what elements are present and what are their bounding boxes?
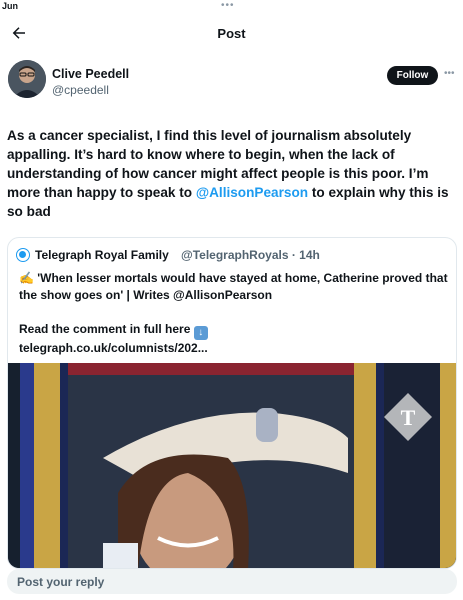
reply-input[interactable] [7,569,457,594]
reply-bar [7,569,457,594]
down-arrow-icon: ↓ [193,326,208,340]
quote-line-1: ✍️ 'When lesser mortals would have staye… [19,271,448,302]
nav-bar: Post [0,16,463,52]
status-dots: ••• [221,0,235,11]
author-row: Clive Peedell @cpeedell Follow ••• [0,58,463,108]
post-text: As a cancer specialist, I find this leve… [7,126,457,221]
quote-line-2: Read the comment in full here [19,322,191,336]
quote-link[interactable]: telegraph.co.uk/columnists/202... [19,340,449,357]
quote-text: ✍️ 'When lesser mortals would have staye… [19,270,449,357]
author-handle[interactable]: @cpeedell [52,83,109,97]
follow-button[interactable]: Follow [387,66,438,85]
mention-link[interactable]: @AllisonPearson [196,185,308,200]
status-date: Jun [2,1,19,11]
telegraph-watermark-icon: T [401,405,416,430]
avatar[interactable] [8,60,46,98]
page-title: Post [217,26,246,41]
telegraph-logo-icon [16,248,30,262]
quoted-post[interactable]: Telegraph Royal Family @TelegraphRoyals … [7,237,457,569]
status-bar: Jun ••• [0,0,463,14]
quote-author-name: Telegraph Royal Family [35,248,169,262]
quote-image[interactable]: T [8,363,456,568]
more-dots-icon[interactable]: ••• [444,68,455,79]
author-name[interactable]: Clive Peedell [52,67,129,81]
quote-author-handle: @TelegraphRoyals · 14h [181,248,320,262]
